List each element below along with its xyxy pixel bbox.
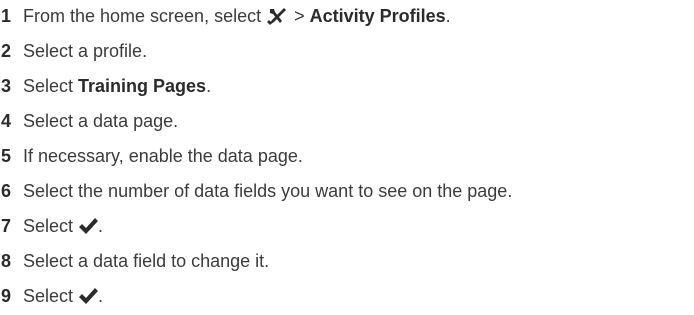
step-text: Select a data page.	[23, 111, 179, 131]
step-number: 7	[1, 216, 12, 236]
instruction-steps: 1 From the home screen, select > Activit…	[0, 0, 694, 315]
step-5: 5 If necessary, enable the data page.	[0, 144, 303, 168]
step-number: 3	[1, 76, 12, 96]
step-punctuation: .	[445, 6, 451, 26]
step-number: 2	[1, 41, 12, 61]
step-number: 4	[1, 111, 12, 131]
step-4: 4 Select a data page.	[0, 109, 178, 133]
step-text: Select a profile.	[23, 41, 148, 61]
step-text: If necessary, enable the data page.	[23, 146, 303, 166]
tools-icon	[267, 7, 287, 25]
step-text: Select a data field to change it.	[23, 251, 270, 271]
step-punctuation: .	[98, 286, 104, 306]
step-text: Select the number of data fields you wan…	[23, 181, 513, 201]
step-number: 5	[1, 146, 12, 166]
step-text: Select	[23, 76, 79, 96]
step-6: 6 Select the number of data fields you w…	[0, 179, 512, 203]
step-bold-text: Training Pages	[78, 76, 207, 96]
step-text: Select	[23, 286, 79, 306]
step-1: 1 From the home screen, select > Activit…	[0, 4, 451, 28]
step-text: From the home screen, select	[23, 6, 267, 26]
step-8: 8 Select a data field to change it.	[0, 249, 269, 273]
step-9: 9 Select .	[0, 284, 103, 308]
step-number: 1	[1, 6, 12, 26]
checkmark-icon	[78, 287, 99, 305]
step-3: 3 Select Training Pages .	[0, 74, 211, 98]
step-punctuation: .	[98, 216, 104, 236]
step-number: 6	[1, 181, 12, 201]
checkmark-icon	[78, 217, 99, 235]
step-number: 8	[1, 251, 12, 271]
step-text: Select	[23, 216, 79, 236]
step-7: 7 Select .	[0, 214, 103, 238]
step-number: 9	[1, 286, 12, 306]
step-bold-text: Activity Profiles	[309, 6, 446, 26]
step-punctuation: .	[206, 76, 212, 96]
step-2: 2 Select a profile.	[0, 39, 147, 63]
step-separator: >	[289, 6, 310, 26]
